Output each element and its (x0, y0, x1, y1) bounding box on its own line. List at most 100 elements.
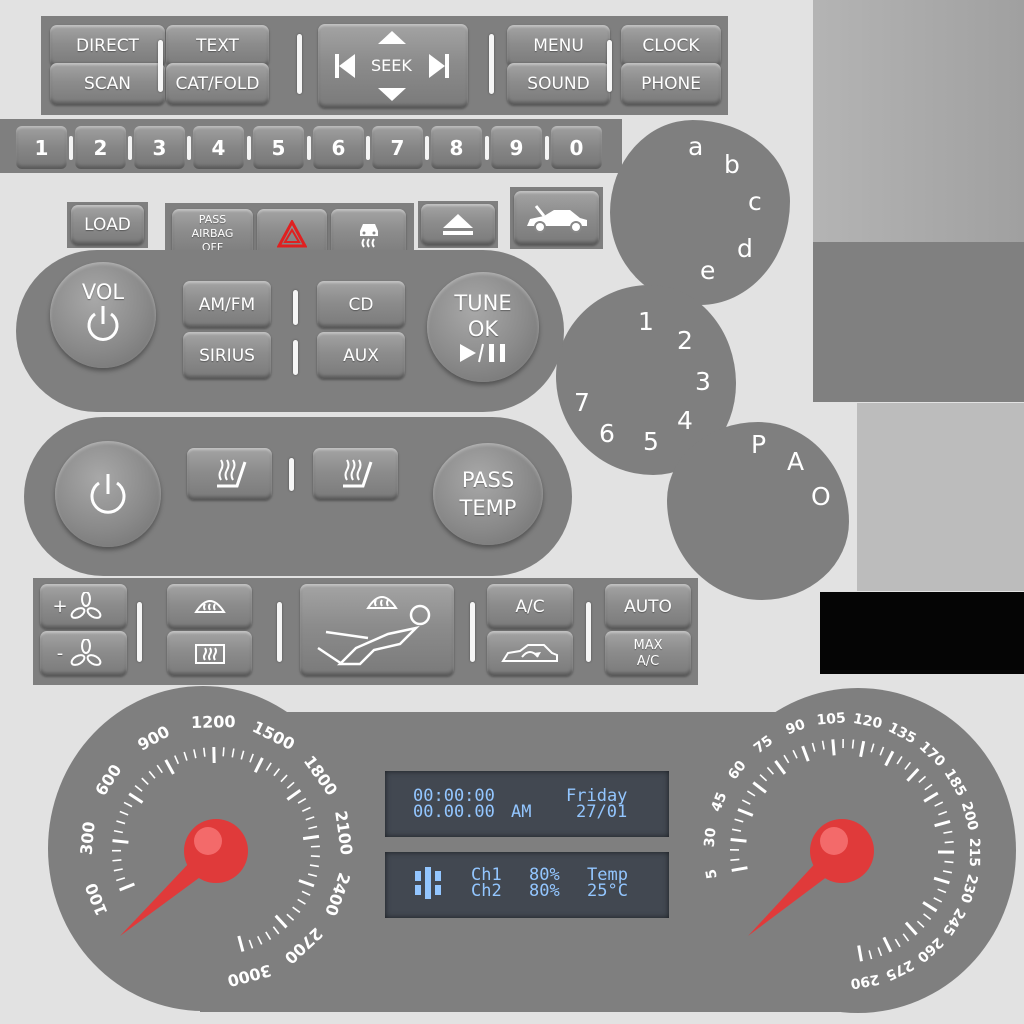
gauge-label: 30 (702, 827, 720, 848)
load-button[interactable]: LOAD (71, 205, 144, 245)
sound-button[interactable]: SOUND (507, 63, 610, 105)
text-button[interactable]: TEXT (166, 25, 269, 67)
gauge-label: 300 (77, 821, 99, 856)
letter-dial-e: e (700, 256, 716, 285)
clock-display: 00:00:00 00.00.00 AM Friday 27/01 (385, 771, 669, 837)
aux-button[interactable]: AUX (317, 332, 405, 379)
gear-dial-a: A (787, 447, 805, 476)
phone-button[interactable]: PHONE (621, 63, 721, 105)
front-defrost-icon (193, 599, 226, 613)
power-icon (87, 306, 119, 341)
clock-ampm: AM (511, 802, 532, 822)
number-dial-7: 7 (574, 388, 590, 417)
volume-knob[interactable]: VOL (50, 262, 156, 368)
front-defrost-button[interactable] (167, 584, 252, 629)
number-dial-2: 2 (677, 326, 693, 355)
recirculation-icon (501, 643, 558, 662)
menu-button[interactable]: MENU (507, 25, 610, 67)
separator (307, 136, 311, 160)
separator (247, 136, 251, 160)
airbag-label-line2: AIRBAG (191, 227, 234, 240)
climate-display: Ch1 Ch2 80% 80% Temp 25°C (385, 852, 669, 918)
cd-button[interactable]: CD (317, 281, 405, 328)
separator (69, 136, 73, 160)
trunk-release-button[interactable] (514, 191, 599, 245)
swatch-pale (857, 403, 1024, 591)
separator (545, 136, 549, 160)
play-pause-icon (460, 343, 505, 363)
number-button-4[interactable]: 4 (193, 126, 244, 169)
speedometer: 5 30 45 6075 90 105 120 135170185200 215 23024526… (702, 710, 982, 991)
number-button-2[interactable]: 2 (75, 126, 126, 169)
tachometer: 100 300 600 900 1200 15001800 2100 2400 2700 3000 (77, 712, 357, 990)
max-ac-button[interactable]: MAX A/C (605, 631, 691, 676)
separator (187, 136, 191, 160)
number-button-5[interactable]: 5 (253, 126, 304, 169)
number-button-6[interactable]: 6 (313, 126, 364, 169)
tune-label: TUNE (454, 291, 512, 315)
climate-power-knob[interactable] (55, 441, 161, 547)
scan-button[interactable]: SCAN (50, 63, 165, 105)
gauge-label: 230 (957, 872, 981, 905)
channel2-value: 80% (529, 881, 560, 901)
separator (293, 340, 298, 375)
max-ac-label-line2: A/C (636, 653, 660, 669)
separator (137, 602, 142, 662)
pass-temp-knob[interactable]: PASS TEMP (433, 443, 543, 545)
auto-button[interactable]: AUTO (605, 584, 691, 629)
rear-defrost-button[interactable] (167, 631, 252, 676)
direct-button[interactable]: DIRECT (50, 25, 165, 67)
clock-button[interactable]: CLOCK (621, 25, 721, 67)
number-button-8[interactable]: 8 (431, 126, 482, 169)
heated-seat-driver-button[interactable] (187, 448, 272, 500)
power-icon (90, 474, 126, 514)
sirius-button[interactable]: SIRIUS (183, 332, 271, 379)
letter-dial-a: a (688, 132, 704, 161)
ok-label: OK (467, 317, 499, 341)
clock-date: 27/01 (576, 802, 628, 822)
gauge-label: 90 (784, 716, 808, 738)
recirculation-button[interactable] (487, 631, 573, 676)
am-fm-button[interactable]: AM/FM (183, 281, 271, 328)
cat-fold-button[interactable]: CAT/FOLD (166, 63, 269, 105)
tune-knob[interactable]: TUNE OK (427, 272, 539, 382)
pass-temp-label-line1: PASS (461, 468, 515, 492)
number-button-9[interactable]: 9 (491, 126, 542, 169)
number-dial-1: 1 (638, 307, 654, 336)
number-button-3[interactable]: 3 (134, 126, 185, 169)
airflow-mode-button[interactable] (300, 584, 454, 676)
fan-icon (70, 638, 102, 666)
separator (293, 290, 298, 325)
gauge-label: 275 (883, 956, 916, 983)
gauge-label: 245 (939, 905, 968, 938)
pass-temp-label-line2: TEMP (459, 496, 517, 520)
letter-dial-d: d (737, 234, 753, 263)
fan-icon (415, 867, 441, 899)
fan-icon (70, 591, 102, 619)
gauge-label: 60 (725, 758, 750, 783)
ac-button[interactable]: A/C (487, 584, 573, 629)
gauge-label: 1200 (191, 712, 236, 732)
number-button-0[interactable]: 0 (551, 126, 602, 169)
fan-up-button[interactable]: + (40, 584, 127, 629)
heated-seat-icon (342, 459, 372, 488)
separator (366, 136, 370, 160)
gauge-label: 75 (751, 733, 776, 757)
gauge-label: 170 (916, 739, 948, 771)
airbag-label-line1: PASS (198, 213, 227, 226)
gauge-label: 105 (816, 710, 846, 728)
fan-down-button[interactable]: - (40, 631, 127, 676)
heated-seat-passenger-button[interactable] (313, 448, 398, 500)
number-dial-4: 4 (677, 406, 693, 435)
gauge-label: 100 (81, 880, 111, 918)
gauge-label: 215 (966, 838, 982, 867)
separator (489, 34, 494, 94)
clock-time-secondary: 00.00.00 (413, 802, 495, 822)
eject-button[interactable] (421, 204, 495, 245)
swatch-mid (813, 242, 1024, 402)
separator (485, 136, 489, 160)
number-button-7[interactable]: 7 (372, 126, 423, 169)
volume-label: VOL (81, 280, 125, 304)
number-button-1[interactable]: 1 (16, 126, 67, 169)
separator (607, 40, 612, 92)
